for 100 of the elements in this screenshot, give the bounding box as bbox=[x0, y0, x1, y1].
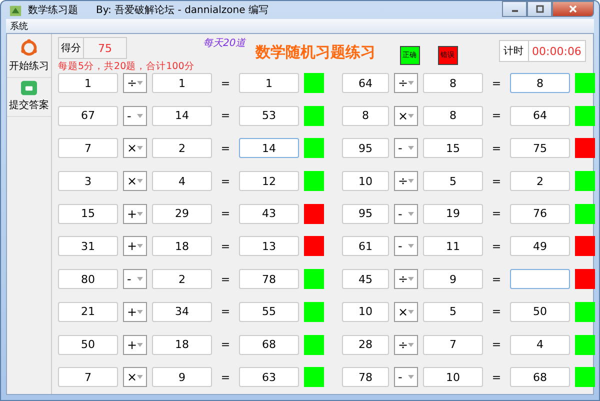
operator-dropdown[interactable]: - bbox=[394, 236, 418, 256]
number-field[interactable]: 61 bbox=[342, 236, 389, 256]
number-field[interactable]: 45 bbox=[342, 269, 389, 290]
dropdown-arrow-icon bbox=[137, 114, 143, 118]
dropdown-arrow-icon bbox=[408, 244, 414, 248]
operator-dropdown[interactable]: - bbox=[394, 204, 418, 224]
operator-dropdown[interactable]: × bbox=[394, 106, 418, 126]
answer-field[interactable]: 4 bbox=[510, 334, 570, 354]
close-button[interactable] bbox=[552, 1, 594, 17]
answer-field[interactable]: 50 bbox=[510, 302, 570, 322]
answer-field[interactable]: 64 bbox=[510, 106, 570, 126]
equals-sign: = bbox=[490, 238, 502, 255]
number-field[interactable]: 80 bbox=[58, 269, 118, 290]
dropdown-arrow-icon bbox=[408, 310, 414, 314]
answer-field[interactable]: 53 bbox=[239, 106, 299, 126]
answer-field[interactable]: 78 bbox=[239, 269, 299, 290]
answer-field[interactable]: 68 bbox=[510, 367, 570, 388]
operator-dropdown[interactable]: ÷ bbox=[394, 269, 418, 290]
equals-sign: = bbox=[220, 370, 232, 386]
dropdown-arrow-icon bbox=[408, 342, 414, 346]
number-field[interactable]: 64 bbox=[342, 73, 389, 93]
number-field[interactable]: 21 bbox=[58, 302, 118, 322]
operator-dropdown[interactable]: × bbox=[123, 171, 147, 192]
operator-dropdown[interactable]: + bbox=[123, 334, 147, 354]
number-field[interactable]: 9 bbox=[152, 367, 212, 388]
number-field[interactable]: 8 bbox=[423, 106, 483, 126]
operator-dropdown[interactable]: + bbox=[123, 204, 147, 224]
score-value: 75 bbox=[97, 40, 113, 56]
number-field[interactable]: 3 bbox=[58, 171, 118, 192]
number-field[interactable]: 15 bbox=[58, 204, 118, 224]
number-field[interactable]: 31 bbox=[58, 236, 118, 256]
number-field[interactable]: 7 bbox=[423, 334, 483, 354]
answer-field[interactable]: 43 bbox=[239, 204, 299, 224]
operator-dropdown[interactable]: ÷ bbox=[123, 73, 147, 93]
answer-field[interactable]: 76 bbox=[510, 204, 570, 224]
operator-dropdown[interactable]: - bbox=[394, 367, 418, 388]
menu-item[interactable]: 系统 bbox=[10, 20, 28, 32]
dropdown-arrow-icon bbox=[137, 310, 143, 314]
number-field[interactable]: 8 bbox=[342, 106, 389, 126]
number-field[interactable]: 28 bbox=[342, 334, 389, 354]
number-field[interactable]: 7 bbox=[58, 367, 118, 388]
answer-field[interactable]: 75 bbox=[510, 138, 570, 158]
operator-dropdown[interactable]: - bbox=[394, 138, 418, 158]
maximize-button[interactable] bbox=[527, 1, 552, 17]
answer-field[interactable]: 55 bbox=[239, 302, 299, 322]
number-field[interactable]: 5 bbox=[423, 302, 483, 322]
operator-dropdown[interactable]: ÷ bbox=[394, 334, 418, 354]
answer-field[interactable]: 68 bbox=[239, 334, 299, 354]
number-field[interactable]: 95 bbox=[342, 138, 389, 158]
operator-dropdown[interactable]: - bbox=[123, 106, 147, 126]
operator-dropdown[interactable]: - bbox=[123, 269, 147, 290]
number-field[interactable]: 95 bbox=[342, 204, 389, 224]
number-field[interactable]: 7 bbox=[58, 138, 118, 158]
number-field[interactable]: 78 bbox=[342, 367, 389, 388]
equals-sign: = bbox=[220, 108, 232, 124]
operator-dropdown[interactable]: + bbox=[123, 302, 147, 322]
operator-dropdown[interactable]: × bbox=[394, 302, 418, 322]
operator-dropdown[interactable]: × bbox=[123, 367, 147, 388]
number-field[interactable]: 9 bbox=[423, 269, 483, 290]
answer-field[interactable]: 14 bbox=[239, 138, 299, 158]
number-field[interactable]: 2 bbox=[152, 138, 212, 158]
answer-field[interactable]: 63 bbox=[239, 367, 299, 388]
number-field[interactable]: 1 bbox=[58, 73, 118, 93]
number-field[interactable]: 67 bbox=[58, 106, 118, 126]
minimize-button[interactable] bbox=[502, 1, 527, 17]
answer-field[interactable]: 1 bbox=[239, 73, 299, 93]
number-field[interactable]: 34 bbox=[152, 302, 212, 322]
operator-dropdown[interactable]: × bbox=[123, 138, 147, 158]
number-field[interactable]: 10 bbox=[342, 171, 389, 192]
number-field[interactable]: 11 bbox=[423, 236, 483, 256]
app-icon bbox=[9, 4, 22, 16]
scoring-rule-text: 每题5分，共20题，合计100分 bbox=[58, 60, 194, 73]
operator-dropdown[interactable]: + bbox=[123, 236, 147, 256]
number-field[interactable]: 4 bbox=[152, 171, 212, 192]
number-field[interactable]: 19 bbox=[423, 204, 483, 224]
number-field[interactable]: 50 bbox=[58, 334, 118, 354]
sidebar-button[interactable]: 提交答案 bbox=[7, 78, 51, 117]
number-field[interactable]: 18 bbox=[152, 236, 212, 256]
sidebar-button[interactable]: 开始练习 bbox=[7, 37, 51, 78]
number-field[interactable]: 15 bbox=[423, 138, 483, 158]
number-field[interactable]: 8 bbox=[423, 73, 483, 93]
number-field[interactable]: 14 bbox=[152, 106, 212, 126]
answer-field[interactable]: 8 bbox=[510, 73, 570, 93]
answer-field[interactable] bbox=[510, 269, 570, 290]
number-field[interactable]: 10 bbox=[342, 302, 389, 322]
number-field[interactable]: 29 bbox=[152, 204, 212, 224]
number-field[interactable]: 18 bbox=[152, 334, 212, 354]
number-field[interactable]: 5 bbox=[423, 171, 483, 192]
number-field[interactable]: 2 bbox=[152, 269, 212, 290]
answer-field[interactable]: 49 bbox=[510, 236, 570, 256]
dropdown-arrow-icon bbox=[137, 212, 143, 216]
answer-field[interactable]: 2 bbox=[510, 171, 570, 192]
number-field[interactable]: 10 bbox=[423, 367, 483, 388]
dropdown-arrow-icon bbox=[137, 81, 143, 85]
answer-field[interactable]: 13 bbox=[239, 236, 299, 256]
operator-dropdown[interactable]: ÷ bbox=[394, 73, 418, 93]
ring-logo-icon bbox=[20, 39, 38, 57]
number-field[interactable]: 1 bbox=[152, 73, 212, 93]
answer-field[interactable]: 12 bbox=[239, 171, 299, 192]
operator-dropdown[interactable]: ÷ bbox=[394, 171, 418, 192]
